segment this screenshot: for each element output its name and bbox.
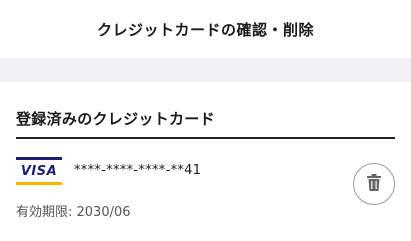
- card-brand-label: VISA: [20, 163, 58, 179]
- delete-card-button[interactable]: [353, 163, 395, 205]
- credit-card-item: VISA ****-****-****-**41 有効期限: 2030/06: [16, 139, 395, 221]
- card-number: ****-****-****-**41: [74, 163, 202, 178]
- trash-icon: [367, 173, 381, 195]
- card-expiry: 有効期限: 2030/06: [16, 205, 131, 220]
- visa-logo: VISA: [16, 157, 62, 185]
- section-title: 登録済みのクレジットカード: [16, 108, 395, 139]
- page-title: クレジットカードの確認・削除: [96, 20, 314, 39]
- page-header: クレジットカードの確認・削除: [0, 0, 411, 58]
- registered-cards-section: 登録済みのクレジットカード VISA ****-****-****-**41 有…: [0, 108, 411, 221]
- section-divider: [0, 58, 411, 82]
